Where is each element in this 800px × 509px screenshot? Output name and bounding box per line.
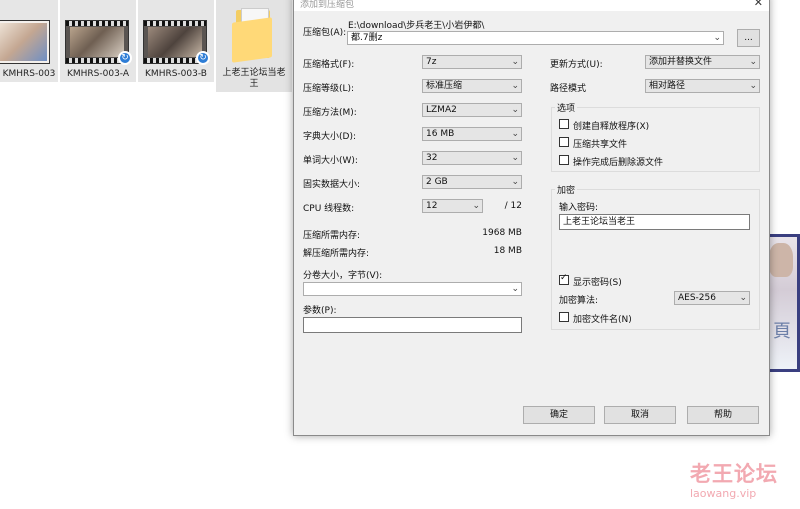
cpu-label: CPU 线程数: (303, 204, 355, 214)
mem-decompress-value: 18 MB (493, 246, 522, 256)
volume-label: 分卷大小，字节(V): (303, 271, 383, 281)
file-thumbnail (0, 20, 50, 64)
chevron-down-icon: ⌄ (511, 57, 519, 67)
chevron-down-icon: ⌄ (713, 33, 721, 43)
word-label: 单词大小(W): (303, 156, 358, 166)
file-name: KMHRS-003-A (66, 69, 130, 79)
sync-icon: ↻ (118, 51, 132, 65)
method-label: 压缩方法(M): (303, 108, 357, 118)
format-select[interactable]: 7z ⌄ (422, 55, 522, 69)
archive-path: E:\download\步兵老王\小岩伊都\ (348, 21, 485, 31)
show-password-checkbox[interactable] (559, 273, 569, 285)
update-value: 添加并替换文件 (649, 57, 713, 67)
word-value: 32 (426, 153, 438, 163)
chevron-down-icon: ⌄ (739, 293, 747, 303)
browse-button[interactable]: ... (737, 29, 760, 47)
solid-value: 2 GB (426, 177, 448, 187)
method-value: LZMA2 (426, 105, 457, 115)
mem-compress-value: 1968 MB (482, 228, 522, 238)
chevron-down-icon: ⌄ (511, 81, 519, 91)
ok-button[interactable]: 确定 (523, 406, 595, 424)
file-tile-kmhrs-003-b[interactable]: ↻ KMHRS-003-B (138, 0, 214, 82)
archive-label: 压缩包(A): (303, 28, 347, 38)
folder-tile[interactable]: 上老王论坛当老王 (216, 0, 292, 92)
sync-icon: ↻ (196, 51, 210, 65)
format-label: 压缩格式(F): (303, 60, 355, 70)
folder-name: 上老王论坛当老王 (222, 68, 286, 89)
cancel-button[interactable]: 取消 (604, 406, 676, 424)
chevron-down-icon: ⌄ (511, 105, 519, 115)
algo-value: AES-256 (678, 293, 716, 303)
sfx-checkbox[interactable] (559, 119, 569, 129)
update-label: 更新方式(U): (550, 60, 603, 70)
password-label: 输入密码: (559, 203, 599, 213)
delete-checkbox[interactable] (559, 155, 569, 165)
chevron-down-icon: ⌄ (472, 201, 480, 211)
archive-name-combo[interactable]: 都.7删z ⌄ (347, 31, 724, 45)
method-select[interactable]: LZMA2 ⌄ (422, 103, 522, 117)
encrypt-names-label[interactable]: 加密文件名(N) (573, 312, 632, 325)
add-to-archive-dialog: 添加到压缩包 ✕ 压缩包(A): E:\download\步兵老王\小岩伊都\ … (293, 0, 770, 436)
file-tile-kmhrs-003[interactable]: KMHRS-003 (0, 0, 58, 82)
params-label: 参数(P): (303, 306, 337, 316)
chevron-down-icon: ⌄ (511, 284, 519, 294)
pathmode-select[interactable]: 相对路径 ⌄ (645, 79, 760, 93)
algo-label: 加密算法: (559, 296, 599, 306)
pathmode-value: 相对路径 (649, 81, 686, 91)
chevron-down-icon: ⌄ (749, 81, 757, 91)
chevron-down-icon: ⌄ (511, 153, 519, 163)
level-value: 标准压缩 (426, 81, 463, 91)
dict-value: 16 MB (426, 129, 455, 139)
file-name: KMHRS-003 (2, 69, 56, 79)
sfx-label[interactable]: 创建自释放程序(X) (573, 119, 649, 132)
dict-label: 字典大小(D): (303, 132, 356, 142)
archive-name-value: 都.7删z (351, 33, 383, 43)
dialog-titlebar: 添加到压缩包 ✕ (294, 0, 769, 11)
shared-label[interactable]: 压缩共享文件 (573, 137, 627, 150)
word-select[interactable]: 32 ⌄ (422, 151, 522, 165)
shared-checkbox[interactable] (559, 137, 569, 147)
chevron-down-icon: ⌄ (511, 177, 519, 187)
chevron-down-icon: ⌄ (511, 129, 519, 139)
file-name: KMHRS-003-B (145, 69, 207, 79)
format-value: 7z (426, 57, 437, 67)
encryption-title: 加密 (555, 183, 578, 196)
folder-icon (232, 6, 278, 63)
solid-label: 固实数据大小: (303, 180, 361, 190)
algo-select[interactable]: AES-256 ⌄ (674, 291, 750, 305)
solid-select[interactable]: 2 GB ⌄ (422, 175, 522, 189)
cpu-select[interactable]: 12 ⌄ (422, 199, 483, 213)
mem-decompress-label: 解压缩所需内存: (303, 249, 370, 259)
level-select[interactable]: 标准压缩 ⌄ (422, 79, 522, 93)
delete-label[interactable]: 操作完成后删除源文件 (573, 155, 663, 168)
show-password-label[interactable]: 显示密码(S) (573, 275, 622, 288)
help-button[interactable]: 帮助 (687, 406, 759, 424)
mem-compress-label: 压缩所需内存: (303, 231, 361, 241)
close-icon[interactable]: ✕ (754, 0, 763, 9)
pathmode-label: 路径模式 (550, 84, 587, 94)
file-tile-kmhrs-003-a[interactable]: ↻ KMHRS-003-A (60, 0, 136, 82)
chevron-down-icon: ⌄ (749, 57, 757, 67)
level-label: 压缩等级(L): (303, 84, 355, 94)
cpu-max: / 12 (504, 201, 522, 211)
options-title: 选项 (555, 101, 578, 114)
volume-combo[interactable]: ⌄ (303, 282, 522, 296)
watermark-cn: 老王论坛 (690, 462, 778, 486)
dict-select[interactable]: 16 MB ⌄ (422, 127, 522, 141)
watermark-en: laowang.vip (690, 487, 757, 500)
params-input[interactable] (303, 317, 522, 333)
dialog-title: 添加到压缩包 (300, 0, 355, 10)
cpu-value: 12 (426, 201, 438, 211)
password-input[interactable]: 上老王论坛当老王 (559, 214, 750, 230)
encrypt-names-checkbox[interactable] (559, 312, 569, 322)
update-select[interactable]: 添加并替换文件 ⌄ (645, 55, 760, 69)
